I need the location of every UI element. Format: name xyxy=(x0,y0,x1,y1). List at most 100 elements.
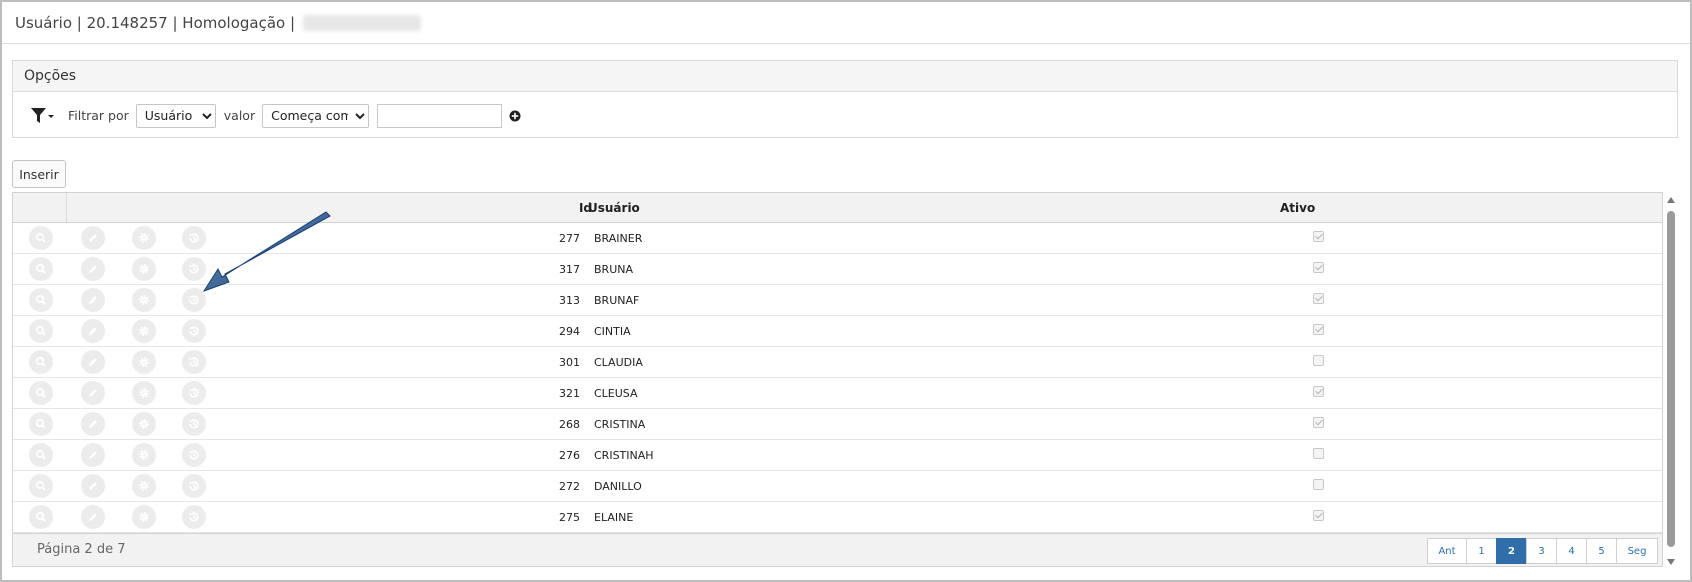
pagination-page-current[interactable]: 2 xyxy=(1496,538,1527,564)
table-row: 272 DANILLO xyxy=(13,471,1662,502)
table-row: 321 CLEUSA xyxy=(13,378,1662,409)
pencil-icon[interactable] xyxy=(81,319,105,343)
pagination-page[interactable]: 3 xyxy=(1526,538,1557,564)
pencil-icon[interactable] xyxy=(81,381,105,405)
pencil-icon[interactable] xyxy=(81,257,105,281)
cell-user: CLEUSA xyxy=(594,387,638,400)
pagination-prev[interactable]: Ant xyxy=(1427,538,1467,564)
active-checkbox[interactable] xyxy=(1313,231,1324,242)
gear-icon[interactable] xyxy=(132,381,156,405)
cell-user: CINTIA xyxy=(594,325,631,338)
table-row: 276 CRISTINAH xyxy=(13,440,1662,471)
pencil-icon[interactable] xyxy=(81,443,105,467)
table-row: 313 BRUNAF xyxy=(13,285,1662,316)
app-window: Usuário | 20.148257 | Homologação | Opçõ… xyxy=(0,0,1692,582)
cell-user: ELAINE xyxy=(594,511,634,524)
search-icon[interactable] xyxy=(29,474,53,498)
history-icon[interactable] xyxy=(182,319,206,343)
search-icon[interactable] xyxy=(29,505,53,529)
column-header-active[interactable]: Ativo xyxy=(1280,201,1315,215)
search-icon[interactable] xyxy=(29,350,53,374)
cell-user: BRUNA xyxy=(594,263,633,276)
cell-id: 268 xyxy=(559,418,580,431)
active-checkbox[interactable] xyxy=(1313,355,1324,366)
options-panel: Opções Filtrar por Usuário valor Começa … xyxy=(12,60,1678,138)
gear-icon[interactable] xyxy=(132,474,156,498)
cell-id: 272 xyxy=(559,480,580,493)
gear-icon[interactable] xyxy=(132,443,156,467)
table-row: 268 CRISTINA xyxy=(13,409,1662,440)
cell-user: CRISTINA xyxy=(594,418,646,431)
history-icon[interactable] xyxy=(182,443,206,467)
search-icon[interactable] xyxy=(29,412,53,436)
window-title-bar: Usuário | 20.148257 | Homologação | xyxy=(2,2,1690,44)
active-checkbox[interactable] xyxy=(1313,386,1324,397)
active-checkbox[interactable] xyxy=(1313,448,1324,459)
options-panel-header: Opções xyxy=(13,61,1677,92)
active-checkbox[interactable] xyxy=(1313,510,1324,521)
filter-operator-select[interactable]: Começa com xyxy=(262,103,370,128)
cell-id: 313 xyxy=(559,294,580,307)
vertical-scrollbar[interactable] xyxy=(1665,195,1678,567)
table-footer: Página 2 de 7 Ant 1 2 3 4 5 Seg xyxy=(13,533,1662,566)
cell-id: 276 xyxy=(559,449,580,462)
pencil-icon[interactable] xyxy=(81,226,105,250)
table-row: 277 BRAINER xyxy=(13,223,1662,254)
table-row: 275 ELAINE xyxy=(13,502,1662,533)
pencil-icon[interactable] xyxy=(81,474,105,498)
history-icon[interactable] xyxy=(182,412,206,436)
search-icon[interactable] xyxy=(29,443,53,467)
history-icon[interactable] xyxy=(182,350,206,374)
search-icon[interactable] xyxy=(29,319,53,343)
active-checkbox[interactable] xyxy=(1313,479,1324,490)
pencil-icon[interactable] xyxy=(81,412,105,436)
table-row: 301 CLAUDIA xyxy=(13,347,1662,378)
filter-field-select[interactable]: Usuário xyxy=(135,103,216,128)
search-icon[interactable] xyxy=(29,257,53,281)
scroll-up-arrow-icon[interactable] xyxy=(1667,197,1675,203)
history-icon[interactable] xyxy=(182,381,206,405)
search-icon[interactable] xyxy=(29,381,53,405)
active-checkbox[interactable] xyxy=(1313,324,1324,335)
active-checkbox[interactable] xyxy=(1313,417,1324,428)
history-icon[interactable] xyxy=(182,226,206,250)
pencil-icon[interactable] xyxy=(81,288,105,312)
active-checkbox[interactable] xyxy=(1313,262,1324,273)
table-row: 294 CINTIA xyxy=(13,316,1662,347)
gear-icon[interactable] xyxy=(132,319,156,343)
active-checkbox[interactable] xyxy=(1313,293,1324,304)
search-icon[interactable] xyxy=(29,226,53,250)
history-icon[interactable] xyxy=(182,288,206,312)
filter-by-label: Filtrar por xyxy=(68,108,129,123)
pencil-icon[interactable] xyxy=(81,505,105,529)
pagination: Ant 1 2 3 4 5 Seg xyxy=(1427,538,1658,564)
insert-button[interactable]: Inserir xyxy=(12,160,66,188)
pagination-next[interactable]: Seg xyxy=(1616,538,1658,564)
pencil-icon[interactable] xyxy=(81,350,105,374)
cell-user: CLAUDIA xyxy=(594,356,643,369)
gear-icon[interactable] xyxy=(132,505,156,529)
search-icon[interactable] xyxy=(29,288,53,312)
gear-icon[interactable] xyxy=(132,350,156,374)
pagination-page[interactable]: 1 xyxy=(1466,538,1497,564)
gear-icon[interactable] xyxy=(132,412,156,436)
cell-id: 301 xyxy=(559,356,580,369)
history-icon[interactable] xyxy=(182,505,206,529)
column-header-user[interactable]: Usuário xyxy=(588,201,640,215)
table-body: 277 BRAINER 317 BRUNA 313 BRUNAF 294 CIN… xyxy=(13,223,1662,533)
gear-icon[interactable] xyxy=(132,288,156,312)
scrollbar-thumb[interactable] xyxy=(1667,211,1675,547)
history-icon[interactable] xyxy=(182,474,206,498)
gear-icon[interactable] xyxy=(132,226,156,250)
cell-id: 317 xyxy=(559,263,580,276)
plus-circle-icon[interactable] xyxy=(509,110,521,122)
pagination-page[interactable]: 4 xyxy=(1556,538,1587,564)
gear-icon[interactable] xyxy=(132,257,156,281)
history-icon[interactable] xyxy=(182,257,206,281)
cell-user: CRISTINAH xyxy=(594,449,654,462)
filter-value-input[interactable] xyxy=(377,103,503,128)
filter-dropdown-icon[interactable] xyxy=(30,105,58,127)
scroll-down-arrow-icon[interactable] xyxy=(1667,559,1675,565)
pagination-page[interactable]: 5 xyxy=(1586,538,1617,564)
cell-user: DANILLO xyxy=(594,480,642,493)
